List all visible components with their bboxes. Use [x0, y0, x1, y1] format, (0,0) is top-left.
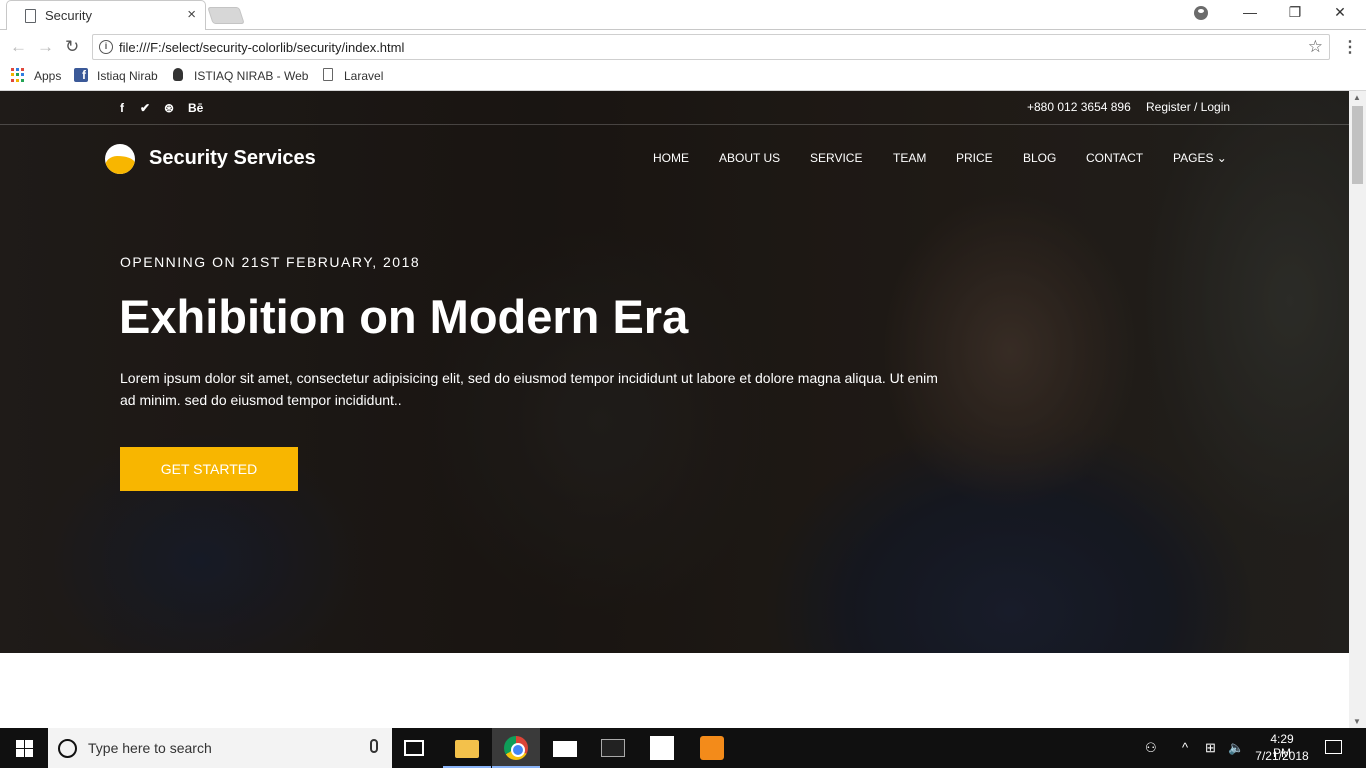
nav-service[interactable]: SERVICE — [810, 151, 862, 165]
profile-icon[interactable] — [1194, 6, 1208, 20]
chrome-icon[interactable] — [504, 736, 528, 760]
taskbar-search[interactable]: Type here to search — [48, 728, 392, 768]
tab-title: Security — [45, 8, 92, 23]
browser-menu-icon[interactable]: ⋮ — [1342, 37, 1358, 57]
url-text[interactable]: file:///F:/select/security-colorlib/secu… — [119, 40, 404, 55]
nav-price[interactable]: PRICE — [956, 151, 993, 165]
twitter-icon[interactable]: ✔ — [140, 101, 150, 115]
notification-icon[interactable] — [1325, 740, 1342, 754]
brand-name[interactable]: Security Services — [149, 147, 316, 170]
bookmark-star-icon[interactable]: ☆ — [1308, 37, 1323, 57]
register-login-link[interactable]: Register / Login — [1146, 100, 1230, 114]
sublime-text-icon[interactable] — [700, 736, 724, 760]
network-icon[interactable]: ⊞ — [1205, 740, 1216, 756]
new-tab-button[interactable] — [207, 7, 245, 24]
file-explorer-icon[interactable] — [455, 740, 479, 758]
mail-icon[interactable] — [553, 741, 577, 757]
taskbar: Type here to search ⚇ ^ ⊞ 🔈 4:29 PM 7/21… — [0, 728, 1366, 768]
cmd-icon[interactable] — [601, 739, 625, 757]
top-bar: f ✔ ⊛ Bē +880 012 3654 896 Register / Lo… — [0, 91, 1349, 125]
forward-icon[interactable]: → — [37, 37, 54, 57]
get-started-button[interactable]: GET STARTED — [120, 447, 298, 491]
windows-start-icon[interactable] — [16, 740, 33, 757]
cortana-icon[interactable] — [58, 739, 77, 758]
apps-grid-icon[interactable] — [11, 68, 25, 82]
browser-toolbar: ← → ↻ i file:///F:/select/security-color… — [0, 30, 1366, 64]
nav-contact[interactable]: CONTACT — [1086, 151, 1143, 165]
page-viewport: f ✔ ⊛ Bē +880 012 3654 896 Register / Lo… — [0, 91, 1349, 728]
address-bar[interactable]: i file:///F:/select/security-colorlib/se… — [92, 34, 1330, 60]
close-window-button[interactable]: ✕ — [1328, 4, 1352, 24]
page-scrollbar[interactable]: ▲ ▼ — [1349, 91, 1366, 728]
nav-about-us[interactable]: ABOUT US — [719, 151, 780, 165]
behance-icon[interactable]: Bē — [188, 101, 203, 115]
nav-blog[interactable]: BLOG — [1023, 151, 1056, 165]
dribbble-icon[interactable]: ⊛ — [164, 101, 174, 115]
tab-close-icon[interactable]: × — [187, 6, 196, 23]
browser-tab-bar: Security × — ❐ ✕ — [0, 0, 1366, 30]
hero-eyebrow: OPENNING ON 21ST FEBRUARY, 2018 — [120, 254, 421, 270]
bookmark-apps[interactable]: Apps — [34, 69, 61, 83]
bookmark-laravel[interactable]: Laravel — [344, 69, 383, 83]
bookmark-istiaq-nirab[interactable]: Istiaq Nirab — [97, 69, 158, 83]
show-hidden-icons-icon[interactable]: ^ — [1182, 740, 1188, 755]
bookmark-istiaq-nirab-web[interactable]: ISTIAQ NIRAB - Web — [194, 69, 308, 83]
facebook-icon[interactable]: f — [120, 101, 124, 115]
site-info-icon[interactable]: i — [99, 40, 113, 54]
logo-icon[interactable] — [105, 144, 135, 174]
phone-number[interactable]: +880 012 3654 896 — [1027, 100, 1131, 114]
task-view-icon[interactable] — [404, 740, 424, 756]
minimize-button[interactable]: — — [1238, 4, 1262, 24]
back-icon[interactable]: ← — [10, 37, 27, 57]
volume-icon[interactable]: 🔈 — [1228, 740, 1244, 756]
snipping-tool-icon[interactable] — [650, 736, 674, 760]
browser-tab[interactable]: Security × — [6, 0, 206, 30]
bookmarks-bar: Apps Istiaq Nirab ISTIAQ NIRAB - Web Lar… — [0, 64, 1366, 91]
scroll-down-icon[interactable]: ▼ — [1353, 717, 1361, 726]
people-icon[interactable]: ⚇ — [1145, 740, 1157, 756]
maximize-button[interactable]: ❐ — [1283, 4, 1307, 24]
scroll-up-icon[interactable]: ▲ — [1353, 93, 1361, 102]
facebook-icon: f — [74, 68, 88, 82]
nav-team[interactable]: TEAM — [893, 151, 926, 165]
scrollbar-thumb[interactable] — [1352, 106, 1363, 184]
page-icon — [25, 9, 36, 23]
microphone-icon[interactable] — [370, 739, 378, 753]
hero-headline: Exhibition on Modern Era — [119, 290, 689, 343]
clock-date[interactable]: 7/21/2018 — [1254, 749, 1310, 763]
hero-section: f ✔ ⊛ Bē +880 012 3654 896 Register / Lo… — [0, 91, 1349, 653]
nav-home[interactable]: HOME — [653, 151, 689, 165]
search-placeholder[interactable]: Type here to search — [88, 740, 212, 756]
nav-pages[interactable]: PAGES ⌄ — [1173, 151, 1227, 165]
hero-paragraph: Lorem ipsum dolor sit amet, consectetur … — [120, 370, 938, 408]
mask-icon — [173, 68, 183, 81]
page-icon — [323, 68, 333, 81]
reload-icon[interactable]: ↻ — [65, 37, 79, 57]
